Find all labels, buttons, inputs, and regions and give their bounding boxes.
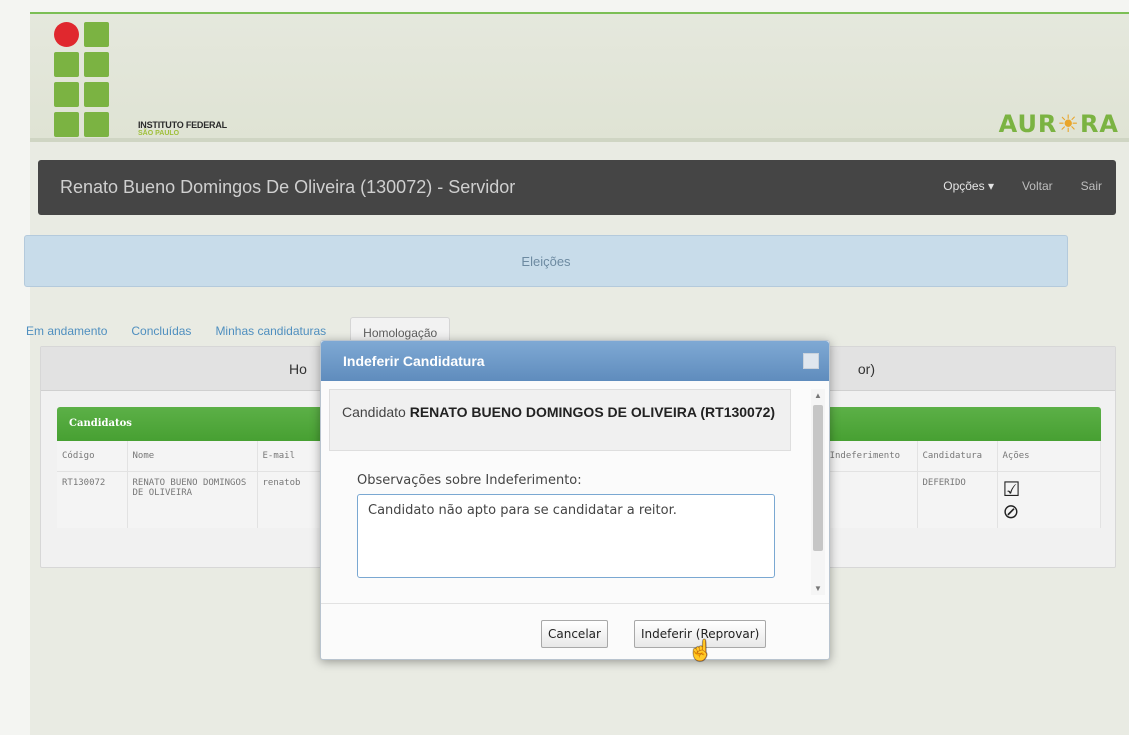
voltar-link[interactable]: Voltar	[1022, 179, 1053, 193]
candidate-name: RENATO BUENO DOMINGOS DE OLIVEIRA (RT130…	[409, 404, 776, 420]
site-header: INSTITUTO FEDERAL SÃO PAULO AUR☀RA	[30, 14, 1129, 142]
tab-em-andamento[interactable]: Em andamento	[26, 324, 107, 338]
cancel-button[interactable]: Cancelar	[541, 620, 608, 648]
scroll-down-icon[interactable]: ▼	[814, 584, 822, 593]
scroll-thumb[interactable]	[813, 405, 823, 551]
col-codigo: Código	[57, 441, 128, 472]
navbar-menu: Opções ▾ Voltar Sair	[943, 179, 1102, 193]
logo-square	[84, 22, 109, 47]
opcoes-dropdown[interactable]: Opções ▾	[943, 179, 994, 193]
section-title: Eleições	[24, 235, 1068, 287]
sair-link[interactable]: Sair	[1081, 179, 1102, 193]
cell-acoes: ☑ ⊘	[997, 471, 1101, 528]
user-title: Renato Bueno Domingos De Oliveira (13007…	[60, 177, 516, 197]
indeferir-modal: Indeferir Candidatura Candidato RENATO B…	[320, 340, 830, 660]
logo-square	[54, 52, 79, 77]
modal-header: Indeferir Candidatura	[321, 341, 829, 381]
candidate-box: Candidato RENATO BUENO DOMINGOS DE OLIVE…	[329, 389, 791, 451]
col-acoes: Ações	[997, 441, 1101, 472]
logo-square	[84, 52, 109, 77]
modal-body: Candidato RENATO BUENO DOMINGOS DE OLIVE…	[329, 389, 809, 599]
aurora-logo-right: RA	[1079, 110, 1119, 138]
modal-footer: Cancelar Indeferir (Reprovar)	[321, 603, 829, 659]
aurora-logo-left: AUR	[998, 110, 1058, 138]
panel-title-right: or)	[857, 361, 875, 377]
cell-codigo: RT130072	[57, 471, 128, 528]
approve-icon[interactable]: ☑	[1003, 478, 1096, 500]
sun-icon: ☀	[1057, 110, 1080, 138]
institute-name: INSTITUTO FEDERAL	[138, 120, 227, 130]
modal-close-button[interactable]	[803, 353, 819, 369]
hand-cursor-icon: ☝	[688, 640, 713, 662]
tab-minhas-candidaturas[interactable]: Minhas candidaturas	[215, 324, 326, 338]
panel-title-left: Ho	[289, 361, 307, 377]
logo-red-dot	[54, 22, 79, 47]
modal-title: Indeferir Candidatura	[343, 353, 485, 369]
aurora-logo: AUR☀RA	[999, 110, 1119, 138]
logo-square	[54, 112, 79, 137]
obs-textarea[interactable]: Candidato não apto para se candidatar a …	[357, 494, 775, 578]
logo-square	[84, 112, 109, 137]
candidate-prefix: Candidato	[342, 404, 410, 420]
cell-candidatura: DEFERIDO	[917, 471, 998, 528]
logo-square	[84, 82, 109, 107]
reject-icon[interactable]: ⊘	[1003, 500, 1096, 522]
logo-square	[54, 82, 79, 107]
modal-scrollbar[interactable]: ▲ ▼	[811, 389, 825, 595]
top-navbar: Renato Bueno Domingos De Oliveira (13007…	[38, 160, 1116, 215]
institute-campus: SÃO PAULO	[138, 130, 180, 137]
obs-label: Observações sobre Indeferimento:	[357, 473, 582, 488]
col-nome: Nome	[127, 441, 258, 472]
institute-logo: INSTITUTO FEDERAL SÃO PAULO	[54, 22, 284, 140]
cell-nome: RENATO BUENO DOMINGOS DE OLIVEIRA	[127, 471, 258, 528]
col-candidatura: Candidatura	[917, 441, 998, 472]
tab-concluidas[interactable]: Concluídas	[131, 324, 191, 338]
scroll-up-icon[interactable]: ▲	[814, 391, 822, 400]
